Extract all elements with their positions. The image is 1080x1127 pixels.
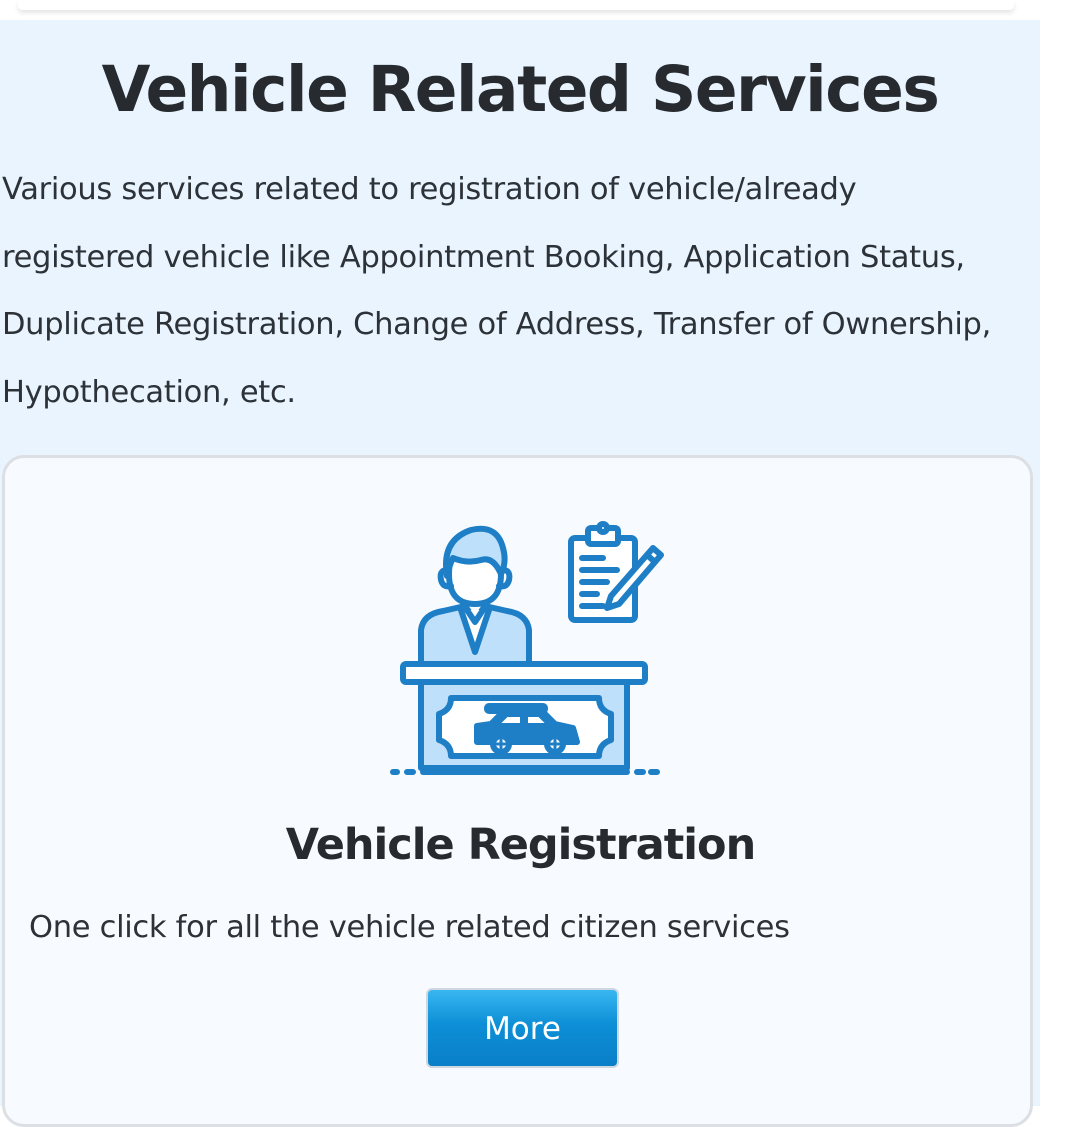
top-card-edge (18, 0, 1014, 10)
vehicle-registration-card: Vehicle Registration One click for all t… (2, 455, 1033, 1127)
section-description-line: Various services related to registration… (2, 172, 857, 207)
card-title: Vehicle Registration (285, 820, 756, 870)
vehicle-registration-illustration-icon (390, 521, 664, 775)
section-title: Vehicle Related Services (101, 53, 940, 126)
card-description: One click for all the vehicle related ci… (29, 910, 790, 945)
vehicle-services-section: Vehicle Related Services Various service… (0, 20, 1040, 1127)
section-description-line: registered vehicle like Appointment Book… (2, 239, 965, 275)
section-description: Various services related to registration… (2, 156, 1038, 426)
section-description-line: Duplicate Registration, Change of Addres… (2, 307, 991, 342)
section-description-line: Hypothecation, etc. (2, 374, 296, 410)
more-button[interactable]: More (426, 988, 619, 1068)
